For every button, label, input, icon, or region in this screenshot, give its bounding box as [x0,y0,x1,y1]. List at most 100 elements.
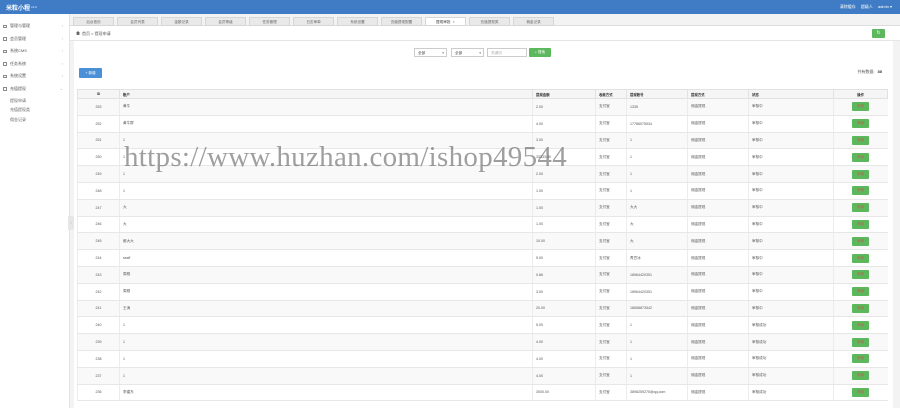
sidebar-item-members[interactable]: 会员管理 ‹ [0,33,69,46]
top-bar: 米粒小程 v1.3 清除缓存 超级人 admin ▾ [0,0,900,14]
cell-account: 大 [119,199,533,217]
tab-recharge-type[interactable]: 充值提现类 [469,17,510,26]
cell-type: 佣金提现 [687,333,749,351]
keyword-input[interactable]: 关键词 [487,48,527,57]
review-button[interactable]: 审核 [852,303,870,313]
review-button[interactable]: 审核 [852,102,870,112]
cell-action: 审核 [833,199,888,217]
cell-type: 佣金提现 [687,132,749,150]
review-button[interactable]: 审核 [852,169,870,179]
sidebar-item-tasks[interactable]: 任务系统 ‹ [0,58,69,71]
sidebar-sub-commission[interactable]: 佣金记录 [0,115,69,125]
review-button[interactable]: 审核 [852,219,870,229]
cell-amount: 10.00 [532,232,596,251]
col-amount[interactable]: 提现金额 [532,89,596,99]
tab-members[interactable]: 会员列表 [117,17,158,26]
cell-method: 支付宝 [595,350,627,368]
review-button[interactable]: 审核 [852,287,870,297]
tab-money-log[interactable]: 金额记录 [161,17,202,26]
cell-action: 审核 [833,316,888,335]
review-button[interactable]: 审核 [852,354,870,364]
gear-icon [3,74,7,79]
cell-number: 大 [626,232,688,251]
col-status[interactable]: 状态 [748,89,834,99]
cell-id: 244 [77,249,120,267]
tab-logs[interactable]: 日志审单 [293,17,334,26]
cell-id: 250 [77,148,120,167]
chevron-down-icon: ▾ [442,51,444,55]
cell-account: 黄牛群 [119,115,533,133]
sidebar-item-admin[interactable]: 管理与管理 ‹ [0,20,69,33]
cell-method: 支付宝 [595,115,627,133]
review-button[interactable]: 审核 [852,236,870,246]
tab-commission[interactable]: 佣金记录 [513,17,554,26]
sidebar-item-settings[interactable]: 系统设置 ‹ [0,70,69,83]
table-row: 241 王涛 20.00 支付宝 18658873542 佣金提现 审核中 审核 [77,300,888,318]
breadcrumb-home[interactable]: 首页 [82,31,90,36]
table-row: 251 1 3.00 支付宝 1 佣金提现 审核中 审核 [77,132,888,150]
cell-account: 黄牛 [119,98,533,116]
cell-type: 佣金提现 [687,384,749,402]
sidebar-sub-recharge-type[interactable]: 充值提现类 [0,105,69,115]
review-button[interactable]: 审核 [852,371,870,381]
tab-home[interactable]: 后台首页 [73,17,114,26]
review-button[interactable]: 审核 [852,270,870,280]
cell-status: 审核成功 [748,316,834,335]
search-button[interactable]: ⌕ 搜索 [529,48,551,57]
tab-withdraw-review[interactable]: 提现审批 ✕ [425,17,466,26]
refresh-button[interactable]: ↻ [872,29,885,38]
tab-recharge-config[interactable]: 充值提现配置 [381,17,422,26]
cell-number: 1335 [626,98,688,116]
col-method[interactable]: 收款方式 [595,89,627,99]
chevron-icon: ‹ [61,60,63,66]
col-id[interactable]: ID [77,89,120,99]
cell-number: 大 [626,216,688,234]
review-button[interactable]: 审核 [852,203,870,213]
add-button[interactable]: + 新增 [79,68,102,78]
cell-account: 1 [119,350,533,368]
top-right-links: 清除缓存 超级人 admin ▾ [836,4,892,10]
col-type[interactable]: 提现方式 [687,89,749,99]
cell-account: sssff [119,249,533,267]
table-row: 250 1 33333.00 支付宝 1 佣金提现 审核中 审核 [77,148,888,167]
cell-amount: 20.00 [532,300,596,318]
cell-type: 佣金提现 [687,300,749,318]
cell-type: 佣金提现 [687,232,749,251]
col-account[interactable]: 账户 [119,89,533,99]
col-number[interactable]: 提现账号 [626,89,688,99]
sidebar-item-cms[interactable]: 系统CMS ‹ [0,45,69,58]
review-button[interactable]: 审核 [852,387,870,397]
sidebar-sub-withdraw[interactable]: 提现申请 [0,96,69,106]
close-icon[interactable]: ✕ [452,20,455,24]
cell-number: 1 [626,148,688,167]
cell-type: 佣金提现 [687,350,749,368]
total-count: 共有数据: 30 [857,69,882,74]
app-version: v1.3 [31,5,37,9]
tab-settings[interactable]: 系统设置 [337,17,378,26]
review-button[interactable]: 审核 [852,253,870,263]
review-button[interactable]: 审核 [852,320,870,330]
cell-action: 审核 [833,165,888,183]
sidebar-item-recharge[interactable]: 充值提现 ⌄ [0,83,69,96]
cell-account: 1 [119,132,533,150]
tab-tasks[interactable]: 任务管理 [249,17,290,26]
cell-id: 249 [77,165,120,183]
clear-cache-link[interactable]: 清除缓存 [840,4,856,9]
user-link[interactable]: 超级人 [861,4,873,9]
cell-method: 支付宝 [595,266,627,284]
review-button[interactable]: 审核 [852,152,870,162]
table-row: 238 1 4.00 支付宝 1 佣金提现 审核成功 审核 [77,350,888,368]
cell-type: 佣金提现 [687,316,749,335]
review-button[interactable]: 审核 [852,186,870,196]
user-icon [3,37,7,41]
cell-number: 3898259275@qq.com [626,384,688,402]
review-button[interactable]: 审核 [852,119,870,129]
tab-levels[interactable]: 会员等级 [205,17,246,26]
tab-bar: 后台首页 会员列表 金额记录 会员等级 任务管理 日志审单 系统设置 充值提现配… [70,14,900,26]
admin-menu[interactable]: admin ▾ [878,4,892,9]
filter-select-2[interactable]: 全部 ▾ [451,48,484,57]
cell-method: 支付宝 [595,283,627,301]
review-button[interactable]: 审核 [852,135,870,145]
review-button[interactable]: 审核 [852,337,870,347]
filter-select-1[interactable]: 全部 ▾ [414,48,447,57]
